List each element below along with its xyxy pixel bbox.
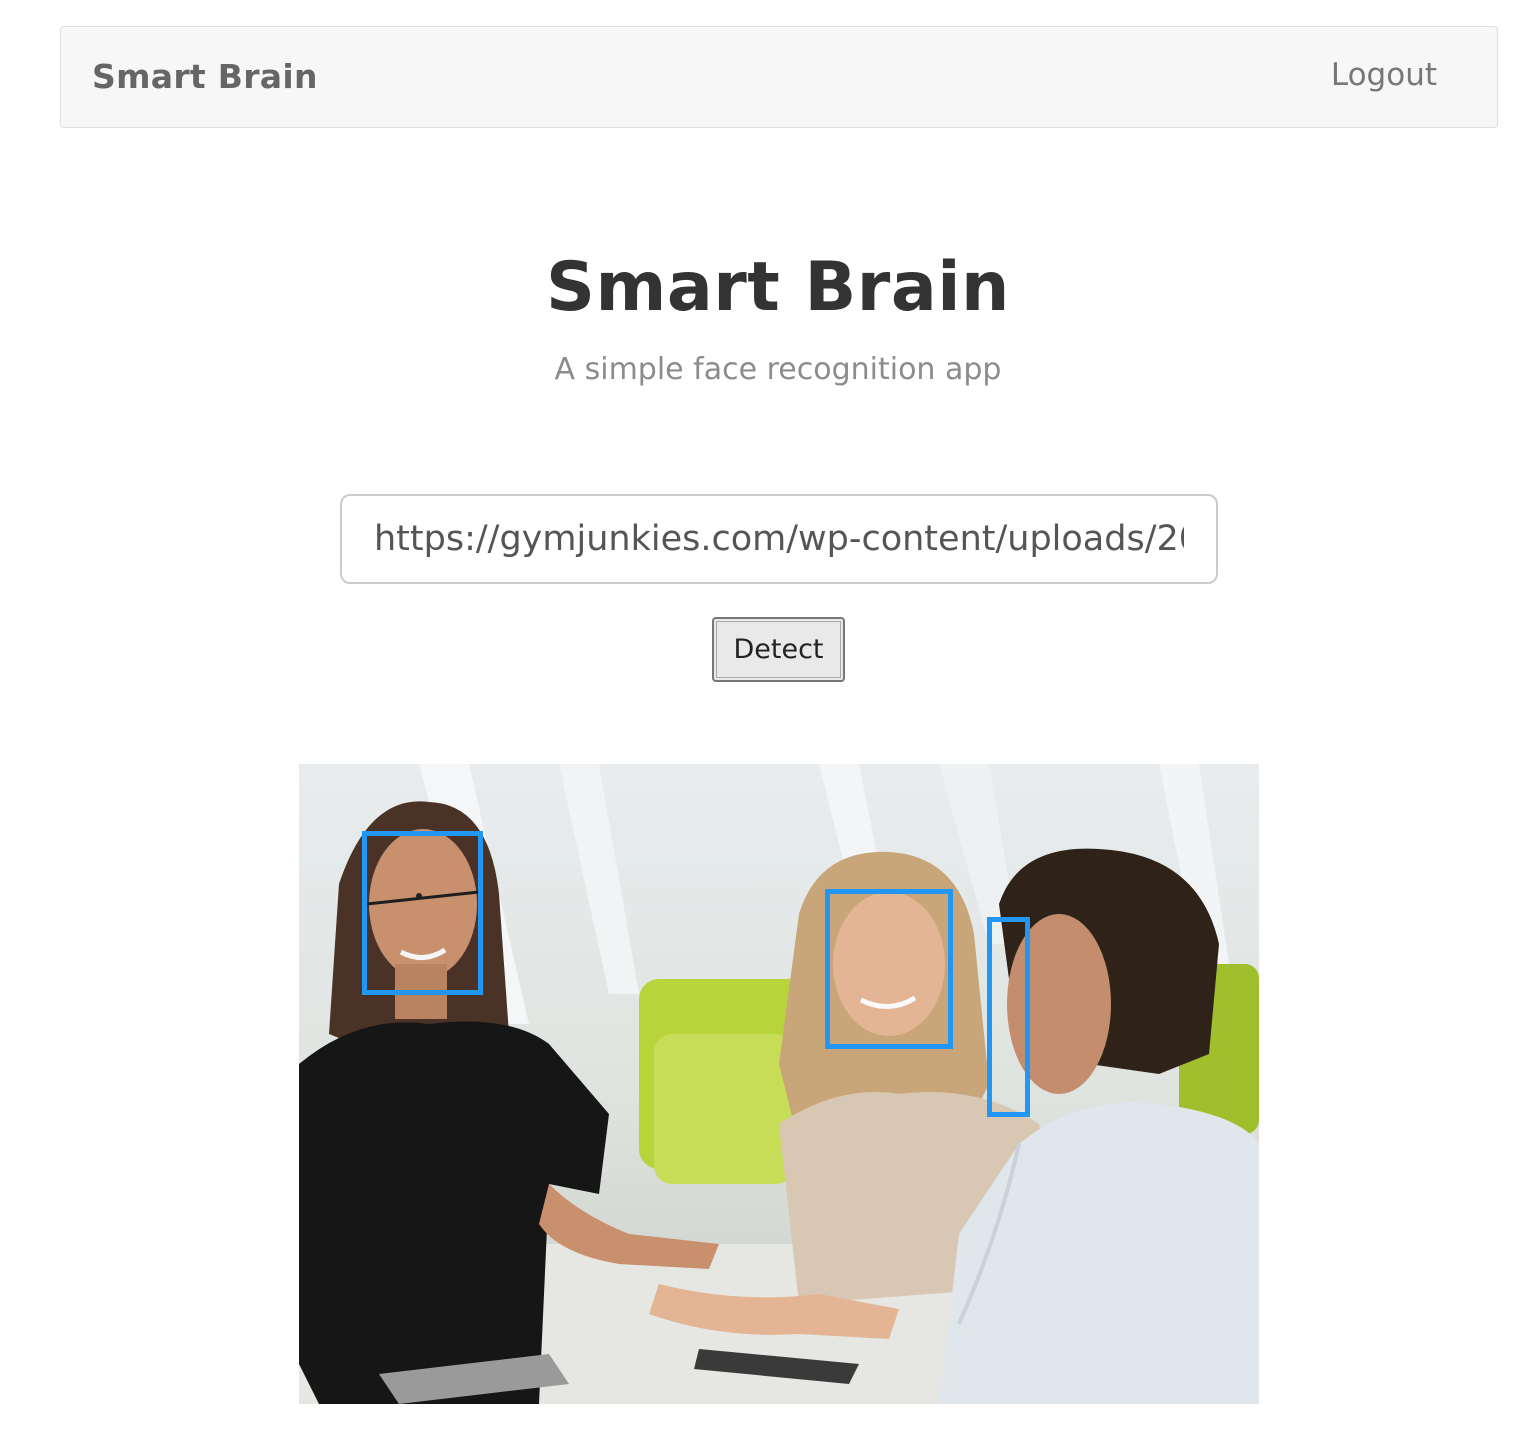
brand-name: Smart Brain	[92, 57, 318, 96]
page-subtitle: A simple face recognition app	[554, 352, 1002, 387]
page-title: Smart Brain	[546, 248, 1010, 327]
image-url-input[interactable]	[340, 494, 1218, 584]
detected-photo	[299, 764, 1259, 1404]
detect-button[interactable]: Detect	[712, 617, 845, 682]
logout-link[interactable]: Logout	[1331, 57, 1437, 93]
face-bounding-box	[987, 917, 1030, 1117]
top-navbar: Smart Brain Logout	[60, 26, 1498, 128]
face-bounding-box	[825, 889, 953, 1049]
face-bounding-box	[362, 831, 483, 995]
